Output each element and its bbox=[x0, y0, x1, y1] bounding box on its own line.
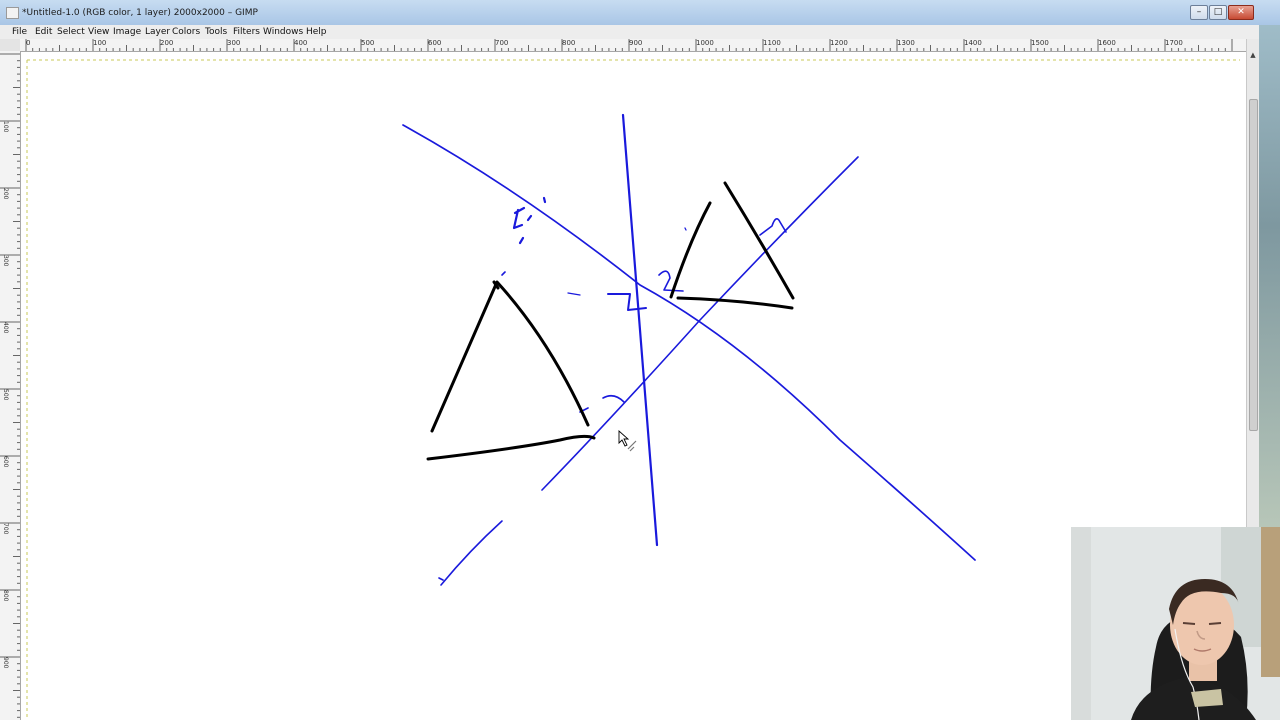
menu-select[interactable]: Select bbox=[57, 27, 85, 37]
brush-cursor-icon bbox=[627, 440, 637, 452]
close-button[interactable]: ✕ bbox=[1228, 5, 1254, 20]
scrollbar-thumb[interactable] bbox=[1249, 99, 1258, 431]
menu-layer[interactable]: Layer bbox=[145, 27, 170, 37]
vertical-ruler-ticks bbox=[0, 53, 20, 718]
window-titlebar[interactable]: *Untitled-1.0 (RGB color, 1 layer) 2000x… bbox=[0, 0, 1280, 26]
scroll-up-arrow-icon[interactable]: ▲ bbox=[1247, 49, 1259, 61]
desktop-background bbox=[1259, 25, 1280, 527]
menu-edit[interactable]: Edit bbox=[35, 27, 52, 37]
menu-windows[interactable]: Windows bbox=[263, 27, 303, 37]
window-controls: – □ ✕ bbox=[1189, 5, 1254, 20]
horizontal-ruler-ticks bbox=[25, 39, 1233, 51]
menu-filters[interactable]: Filters bbox=[233, 27, 260, 37]
menu-view[interactable]: View bbox=[88, 27, 109, 37]
menu-image[interactable]: Image bbox=[113, 27, 141, 37]
gimp-app-icon bbox=[6, 7, 19, 19]
mouse-pointer-icon bbox=[618, 429, 630, 447]
maximize-button[interactable]: □ bbox=[1209, 5, 1227, 20]
menu-file[interactable]: File bbox=[12, 27, 27, 37]
menu-colors[interactable]: Colors bbox=[172, 27, 200, 37]
image-canvas[interactable] bbox=[21, 52, 1246, 720]
horizontal-ruler[interactable]: 0 100 200 300 400 500 600 700 800 900 10… bbox=[20, 39, 1246, 52]
menu-bar: File Edit Select View Image Layer Colors… bbox=[0, 25, 1280, 40]
drawing-canvas bbox=[26, 59, 1240, 720]
minimize-button[interactable]: – bbox=[1190, 5, 1208, 20]
vertical-ruler[interactable]: 100 200 300 400 500 600 700 800 900 bbox=[0, 51, 21, 720]
menu-help[interactable]: Help bbox=[306, 27, 327, 37]
window-title: *Untitled-1.0 (RGB color, 1 layer) 2000x… bbox=[22, 8, 258, 18]
menu-tools[interactable]: Tools bbox=[205, 27, 227, 37]
presenter-video-image bbox=[1071, 527, 1280, 720]
webcam-overlay bbox=[1071, 527, 1280, 720]
